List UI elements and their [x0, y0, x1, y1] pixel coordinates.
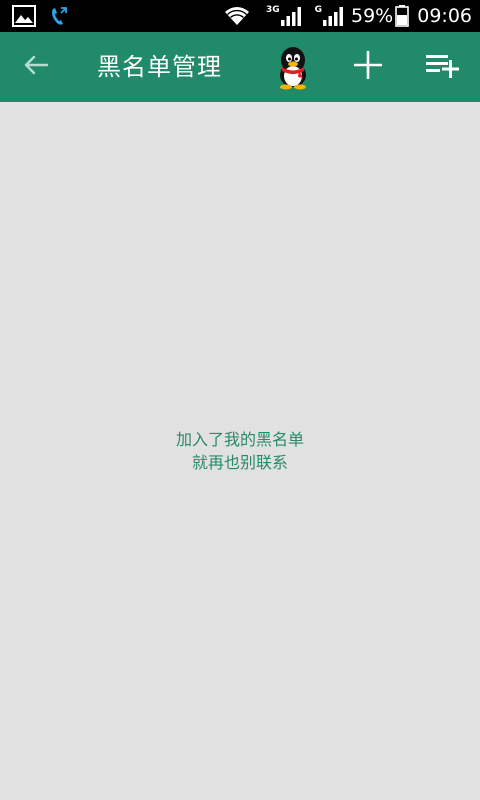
status-clock: 09:06 — [417, 5, 472, 27]
status-bar-notifications — [12, 5, 68, 27]
network-type-secondary: G — [314, 5, 322, 15]
gallery-icon — [12, 5, 36, 27]
empty-state-line-2: 就再也别联系 — [191, 453, 288, 472]
empty-state-line-1: 加入了我的黑名单 — [175, 430, 304, 449]
wifi-icon — [224, 6, 250, 26]
qq-button[interactable] — [270, 44, 316, 90]
add-list-icon — [424, 51, 462, 83]
add-icon — [352, 49, 384, 85]
status-bar: 3G G 59% 09:06 — [0, 0, 480, 32]
app-bar: 黑名单管理 — [0, 32, 480, 102]
status-bar-system: 3G G 59% 09:06 — [224, 0, 472, 32]
signal-strength-icon — [280, 6, 301, 26]
network-type-primary: 3G — [265, 5, 280, 15]
back-arrow-icon — [23, 54, 49, 80]
call-forward-icon — [50, 6, 68, 26]
battery-icon — [395, 5, 410, 27]
add-button[interactable] — [348, 47, 388, 87]
signal-strength-secondary-icon — [323, 6, 343, 26]
qq-penguin-icon — [270, 47, 316, 94]
add-list-button[interactable] — [420, 47, 466, 87]
back-button[interactable] — [16, 48, 56, 86]
battery-percentage: 59% — [351, 5, 394, 27]
page-title: 黑名单管理 — [97, 53, 222, 81]
empty-state-message: 加入了我的黑名单 就再也别联系 — [0, 428, 480, 474]
